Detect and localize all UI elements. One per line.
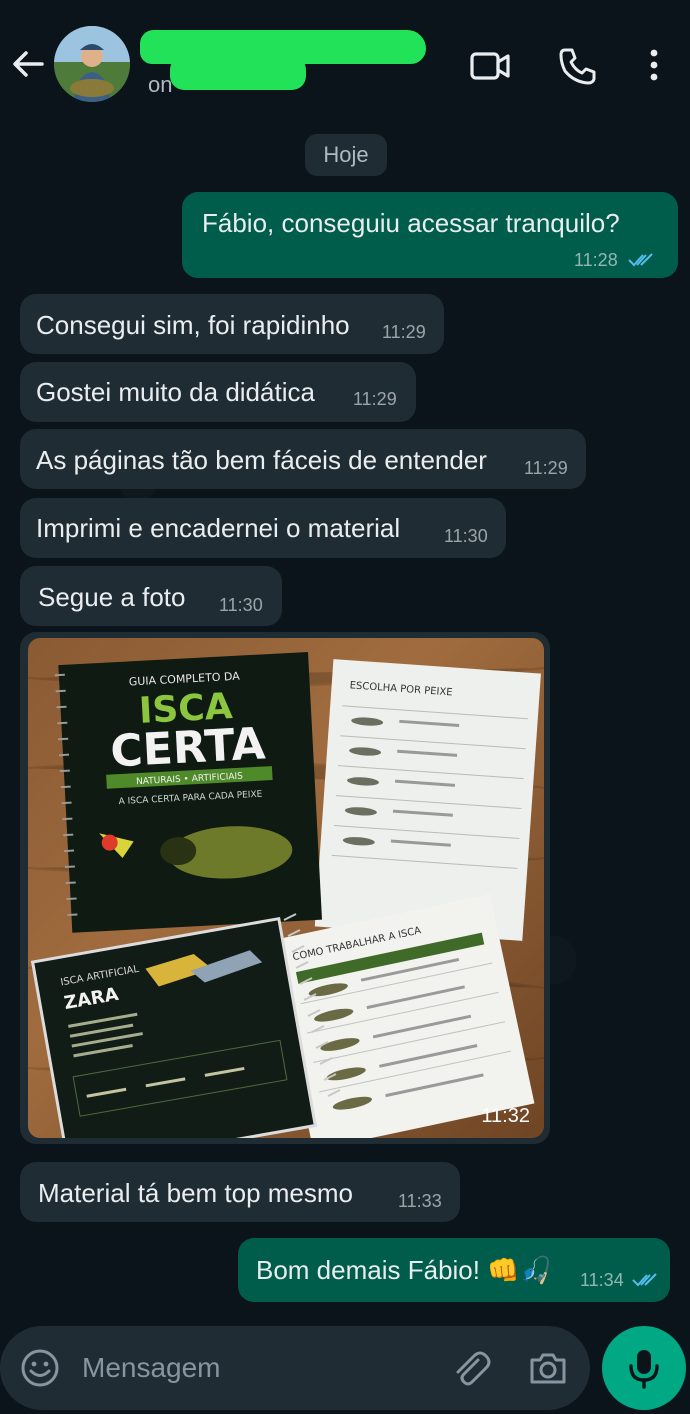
- photo-content: ESCOLHA POR PEIXE GUIA COMPLETO DA ISCA …: [28, 652, 544, 1138]
- message-time: 11:32: [481, 1105, 530, 1127]
- mic-button[interactable]: [602, 1326, 686, 1410]
- mic-icon: [629, 1350, 659, 1389]
- message-time: 11:29: [353, 389, 397, 409]
- message-bubble-incoming[interactable]: Consegui sim, foi rapidinho 11:29: [20, 294, 444, 354]
- phone-icon[interactable]: [556, 44, 600, 88]
- message-input-placeholder: Mensagem: [82, 1352, 221, 1383]
- attach-icon[interactable]: [448, 1346, 492, 1390]
- read-ticks-icon: [628, 253, 653, 267]
- camera-icon[interactable]: [526, 1346, 570, 1390]
- back-arrow-icon[interactable]: [8, 44, 48, 84]
- message-time: 11:34: [580, 1270, 624, 1290]
- read-ticks-icon: [632, 1273, 657, 1287]
- message-bubble-incoming[interactable]: Imprimi e encadernei o material 11:30: [20, 498, 506, 558]
- message-bubble-outgoing[interactable]: Bom demais Fábio! 👊🎣 11:34: [238, 1238, 670, 1302]
- contact-name-redaction-2: [170, 56, 306, 90]
- message-bubble-incoming[interactable]: Material tá bem top mesmo 11:33: [20, 1162, 460, 1222]
- message-time: 11:33: [398, 1191, 442, 1211]
- chat-header: on: [0, 0, 690, 120]
- message-time: 11:28: [574, 250, 618, 270]
- day-divider: Hoje: [305, 134, 387, 176]
- message-text: Consegui sim, foi rapidinho: [36, 310, 350, 340]
- contact-status: on: [148, 72, 173, 97]
- message-time: 11:29: [524, 458, 568, 478]
- message-bubble-incoming[interactable]: As páginas tão bem fáceis de entender 11…: [20, 429, 586, 489]
- video-call-icon[interactable]: [468, 44, 512, 88]
- message-time: 11:30: [219, 595, 263, 615]
- shared-photo[interactable]: ESCOLHA POR PEIXE GUIA COMPLETO DA ISCA …: [28, 638, 544, 1138]
- message-time: 11:30: [444, 526, 488, 546]
- message-text: Bom demais Fábio! 👊🎣: [256, 1255, 552, 1285]
- message-text: Fábio, conseguiu acessar tranquilo?: [202, 208, 620, 238]
- message-text: Material tá bem top mesmo: [38, 1178, 354, 1208]
- message-bubble-outgoing[interactable]: Fábio, conseguiu acessar tranquilo? 11:2…: [182, 192, 678, 278]
- message-bubble-incoming[interactable]: Segue a foto 11:30: [20, 566, 282, 626]
- message-text: Segue a foto: [38, 582, 186, 612]
- message-time: 11:29: [382, 322, 426, 342]
- message-text: Imprimi e encadernei o material: [36, 513, 401, 543]
- message-bubble-incoming[interactable]: Gostei muito da didática 11:29: [20, 362, 416, 422]
- message-text: Gostei muito da didática: [36, 377, 315, 407]
- more-vert-icon[interactable]: [632, 44, 676, 88]
- message-text: As páginas tão bem fáceis de entender: [36, 445, 487, 475]
- avatar[interactable]: [54, 26, 130, 102]
- emoji-icon[interactable]: [18, 1346, 62, 1390]
